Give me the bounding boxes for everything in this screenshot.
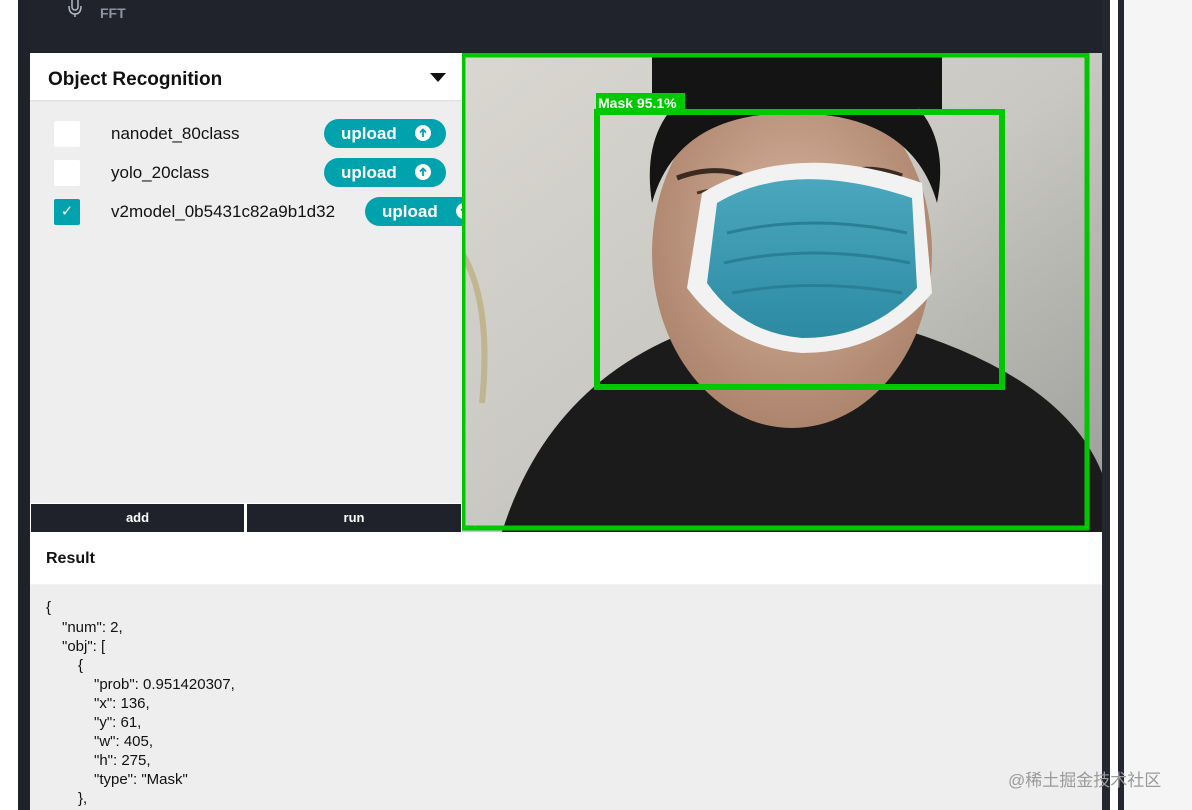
left-gutter (0, 0, 18, 810)
model-name: yolo_20class (111, 163, 210, 182)
fft-label[interactable]: FFT (100, 5, 126, 21)
detection-label: Mask 95.1% (598, 95, 677, 111)
json-line: }, (78, 790, 88, 807)
microphone-icon[interactable] (66, 0, 84, 18)
upload-arrow-icon (415, 125, 431, 141)
upload-arrow-icon (415, 164, 431, 180)
result-json: { "num": 2, "obj": [ { "prob": 0.9514203… (30, 585, 1102, 810)
json-line: { (78, 657, 84, 674)
watermark: @稀土掘金技术社区 (1008, 771, 1162, 790)
model-row-nanodet: nanodet_80class upload (30, 116, 462, 150)
upload-label: upload (341, 163, 397, 182)
json-line: "type": "Mask" (94, 771, 188, 788)
model-row-v2model: ✓ v2model_0b5431c82a9b1d32 upload (30, 194, 487, 228)
json-line: "h": 275, (94, 752, 151, 769)
upload-button[interactable]: upload (324, 119, 446, 148)
json-line: "x": 136, (94, 695, 150, 712)
panel-title: Object Recognition (48, 69, 223, 90)
add-button[interactable]: add (31, 504, 244, 532)
json-line: "w": 405, (94, 733, 154, 750)
json-line: { (46, 599, 52, 616)
right-frame-gap (1110, 0, 1118, 810)
camera-frame: Mask 95.1% (462, 53, 1102, 532)
result-title: Result (46, 550, 95, 567)
top-toolbar: FFT (30, 0, 1102, 53)
panel-header[interactable]: Object Recognition (30, 53, 462, 100)
left-frame (18, 0, 30, 810)
model-checkbox[interactable] (54, 121, 80, 147)
object-recognition-panel: Object Recognition nanodet_80class uploa… (30, 53, 487, 503)
model-name: nanodet_80class (111, 124, 240, 143)
model-checkbox-checked[interactable]: ✓ (54, 199, 80, 225)
upload-button[interactable]: upload (324, 158, 446, 187)
model-row-yolo: yolo_20class upload (30, 155, 462, 189)
right-margin (1124, 0, 1192, 810)
camera-preview: Mask 95.1% (462, 53, 1102, 532)
json-line: "y": 61, (94, 714, 142, 731)
run-button[interactable]: run (247, 504, 461, 532)
json-line: "obj": [ (62, 638, 106, 655)
chevron-down-icon[interactable] (430, 73, 446, 82)
json-line: "prob": 0.951420307, (94, 676, 235, 693)
model-checkbox[interactable] (54, 160, 80, 186)
upload-label: upload (382, 202, 438, 221)
json-line: "num": 2, (62, 619, 123, 636)
upload-label: upload (341, 124, 397, 143)
model-name: v2model_0b5431c82a9b1d32 (111, 202, 336, 221)
result-header: Result (30, 532, 1102, 584)
